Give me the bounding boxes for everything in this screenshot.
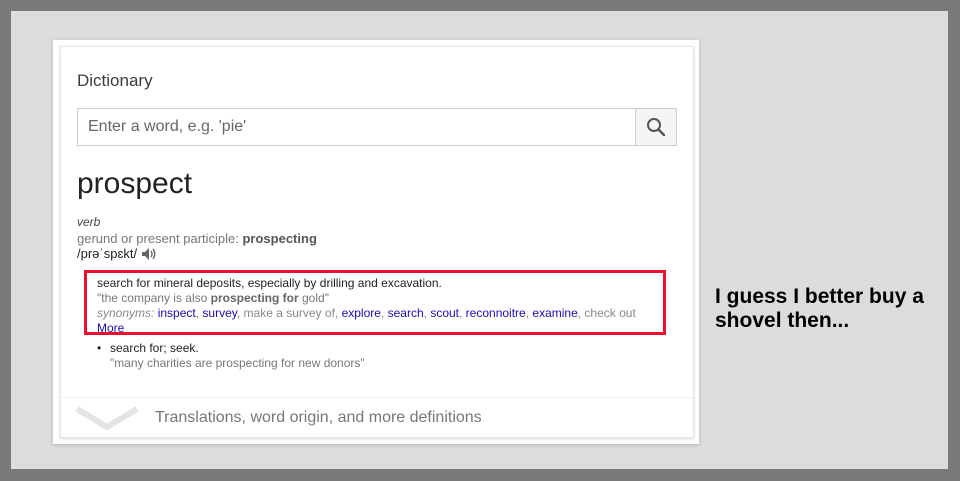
speaker-icon[interactable] [141, 247, 157, 261]
definition-2-example: "many charities are prospecting for new … [110, 356, 365, 370]
forms-label: gerund or present participle: [77, 231, 243, 246]
word-forms: gerund or present participle: prospectin… [77, 231, 317, 246]
part-of-speech: verb [77, 215, 101, 229]
more-definitions-toggle[interactable]: Translations, word origin, and more defi… [61, 397, 693, 438]
chevron-down-icon [75, 406, 139, 430]
bullet: • [97, 341, 102, 355]
dictionary-title: Dictionary [77, 71, 153, 90]
search-icon [647, 118, 666, 137]
search-input[interactable] [78, 109, 635, 145]
more-definitions-label: Translations, word origin, and more defi… [155, 409, 482, 426]
dictionary-card: Dictionary prospect verb gerund or prese… [60, 46, 694, 438]
search-button[interactable] [635, 108, 677, 146]
definition-2-text: search for; seek. [110, 341, 199, 355]
pronunciation: /prəˈspɛkt/ [77, 246, 157, 261]
forms-value: prospecting [242, 231, 317, 246]
search-field[interactable] [77, 108, 635, 146]
headword: prospect [77, 167, 193, 200]
highlight-box [84, 270, 666, 335]
phonetic-text: /prəˈspɛkt/ [77, 246, 138, 261]
definition-2: • search for; seek. "many charities are p… [97, 341, 657, 371]
caption-text: I guess I better buy a shovel then... [715, 285, 924, 332]
